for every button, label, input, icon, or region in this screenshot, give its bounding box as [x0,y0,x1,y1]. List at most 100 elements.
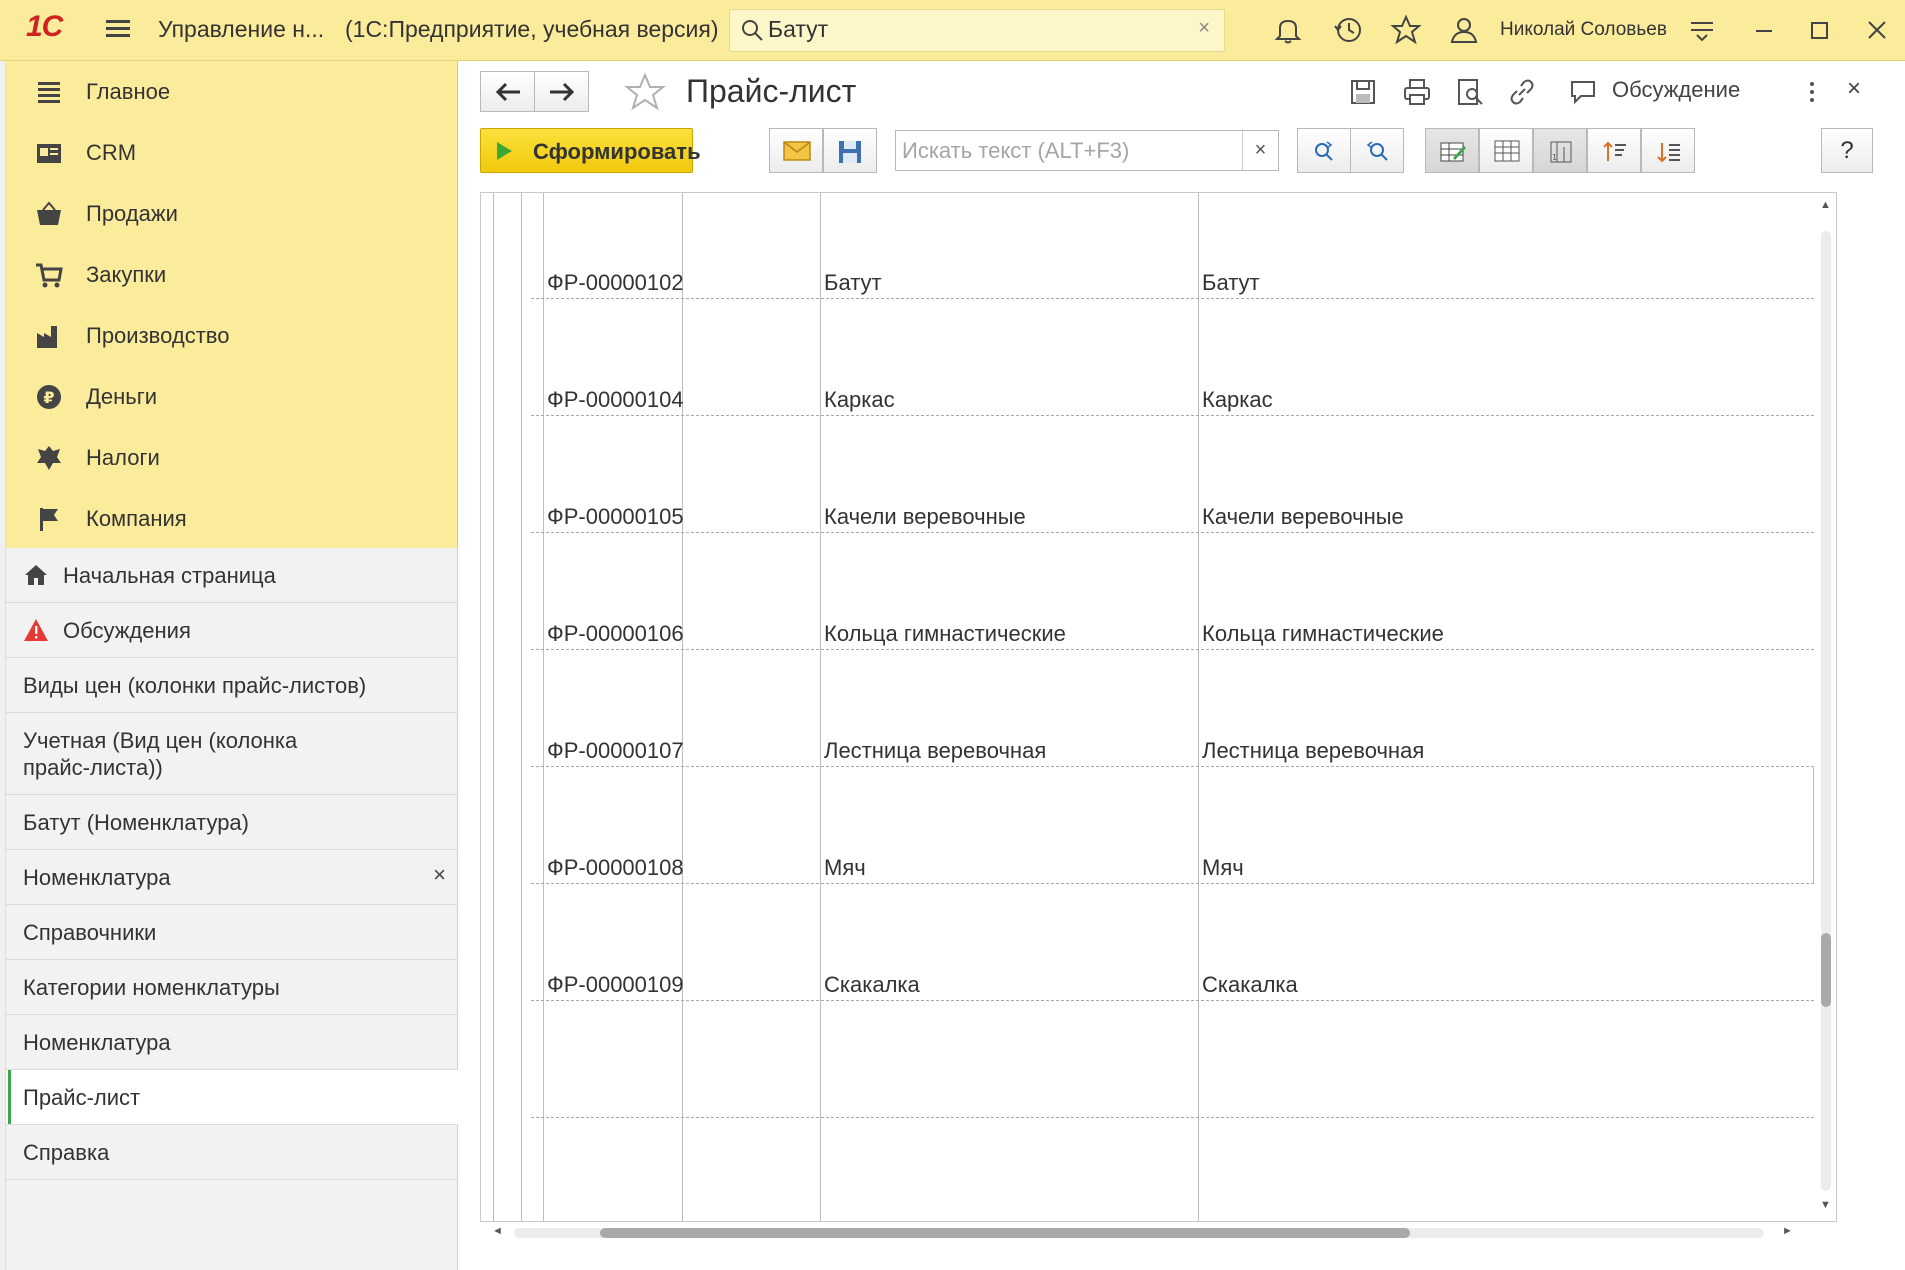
group-levels-button[interactable]: 1 [1533,128,1587,173]
item-name[interactable]: Скакалка [824,972,920,998]
item-name[interactable]: Батут [824,270,882,296]
open-window-nomenclature[interactable]: Номенклатура × [6,850,458,905]
open-window-help[interactable]: Справка [6,1125,458,1180]
favorite-star-icon[interactable] [624,71,666,113]
crm-card-icon [37,143,61,163]
scrollbar-thumb[interactable] [600,1228,1410,1238]
scroll-down-icon[interactable]: ▼ [1820,1199,1831,1211]
section-company[interactable]: Компания [6,488,458,549]
table-view-button[interactable] [1479,128,1533,173]
vertical-scrollbar[interactable]: ▲ ▼ [1816,193,1836,1221]
save-icon[interactable] [1348,77,1378,107]
scrollbar-thumb[interactable] [1821,933,1831,1007]
close-form-button[interactable]: × [1847,75,1861,103]
open-window-accounting-price[interactable]: Учетная (Вид цен (колонка прайс-листа)) [6,713,458,795]
section-taxes[interactable]: Налоги [6,427,458,488]
menu-lines-icon [38,81,60,103]
item-full-name[interactable]: Качели веревочные [1202,504,1404,530]
item-name[interactable]: Качели веревочные [824,504,1026,530]
bell-icon[interactable] [1272,14,1304,46]
clear-search-icon[interactable]: × [1242,131,1278,170]
arrow-left-icon [495,82,520,101]
link-icon[interactable] [1507,77,1537,107]
edit-mode-button[interactable] [1425,128,1479,173]
open-window-label: Справка [23,1140,110,1165]
back-button[interactable] [480,71,535,112]
open-windows-panel: Начальная страница Обсуждения Виды цен (… [6,548,458,1270]
section-main[interactable]: Главное [6,61,458,122]
find-previous-button[interactable] [1350,128,1404,173]
item-name[interactable]: Лестница веревочная [824,738,1046,764]
scrollbar-track[interactable] [1821,231,1831,1191]
preview-icon[interactable] [1455,77,1485,107]
sort-ascending-button[interactable] [1587,128,1641,173]
item-code[interactable]: ФР-00000107 [547,738,684,764]
item-full-name[interactable]: Каркас [1202,387,1273,413]
clear-icon[interactable]: × [1198,17,1210,40]
item-full-name[interactable]: Батут [1202,270,1260,296]
section-crm[interactable]: CRM [6,122,458,183]
user-name[interactable]: Николай Соловьев [1500,19,1667,41]
global-search-field[interactable]: Батут × [729,9,1225,52]
open-window-price-types[interactable]: Виды цен (колонки прайс-листов) [6,658,458,713]
discussion-button[interactable]: Обсуждение [1612,77,1740,103]
menu-icon[interactable] [104,16,132,44]
open-window-categories[interactable]: Категории номенклатуры [6,960,458,1015]
item-code[interactable]: ФР-00000109 [547,972,684,998]
item-full-name[interactable]: Лестница веревочная [1202,738,1424,764]
flag-icon [40,507,58,531]
print-icon[interactable] [1402,77,1432,107]
history-icon[interactable] [1332,14,1364,46]
item-code[interactable]: ФР-00000105 [547,504,684,530]
settings-list-icon[interactable] [1686,14,1718,46]
section-label: Деньги [86,383,158,409]
minimize-icon[interactable] [1748,14,1780,46]
save-report-button[interactable] [823,128,877,173]
report-search-input[interactable] [896,131,1244,170]
help-button[interactable]: ? [1821,128,1873,173]
item-name[interactable]: Каркас [824,387,895,413]
open-window-price-list[interactable]: Прайс-лист [6,1070,458,1125]
section-production[interactable]: Производство [6,305,458,366]
open-window-catalogs[interactable]: Справочники [6,905,458,960]
section-sales[interactable]: Продажи [6,183,458,244]
generate-button[interactable]: Сформировать [480,128,701,173]
close-window-icon[interactable]: × [433,862,446,888]
open-window-nomenclature-2[interactable]: Номенклатура [6,1015,458,1070]
close-icon[interactable] [1861,14,1893,46]
star-icon[interactable] [1390,14,1422,46]
item-code[interactable]: ФР-00000106 [547,621,684,647]
item-full-name[interactable]: Мяч [1202,855,1244,881]
section-money[interactable]: ₽ Деньги [6,366,458,427]
open-window-home[interactable]: Начальная страница [6,548,458,603]
discussion-icon[interactable] [1569,77,1599,107]
open-window-label: Учетная (Вид цен (колонка прайс-листа)) [23,728,298,780]
scroll-right-icon[interactable]: ► [1782,1225,1793,1237]
item-name[interactable]: Кольца гимнастические [824,621,1066,647]
scroll-left-icon[interactable]: ◄ [492,1225,503,1237]
selected-row-marker [531,766,1814,883]
row-separator [531,532,1814,533]
scroll-up-icon[interactable]: ▲ [1820,199,1831,211]
section-label: Компания [86,505,187,531]
item-code[interactable]: ФР-00000102 [547,270,684,296]
section-purchases[interactable]: Закупки [6,244,458,305]
forward-button[interactable] [534,71,589,112]
play-icon [497,142,512,160]
horizontal-scrollbar[interactable]: ◄ ► [480,1222,1837,1244]
find-next-button[interactable] [1297,128,1351,173]
maximize-icon[interactable] [1803,14,1835,46]
item-full-name[interactable]: Скакалка [1202,972,1298,998]
item-full-name[interactable]: Кольца гимнастические [1202,621,1444,647]
users-icon[interactable] [1448,14,1480,46]
report-spreadsheet[interactable]: ФР-00000102 Батут Батут ФР-00000104 Карк… [480,192,1837,1222]
item-code[interactable]: ФР-00000108 [547,855,684,881]
report-search-field[interactable]: × [895,130,1279,171]
open-window-discussions[interactable]: Обсуждения [6,603,458,658]
more-menu-icon[interactable] [1802,77,1822,107]
item-name[interactable]: Мяч [824,855,866,881]
sort-descending-button[interactable] [1641,128,1695,173]
item-code[interactable]: ФР-00000104 [547,387,684,413]
open-window-batut[interactable]: Батут (Номенклатура) [6,795,458,850]
send-email-button[interactable] [769,128,823,173]
